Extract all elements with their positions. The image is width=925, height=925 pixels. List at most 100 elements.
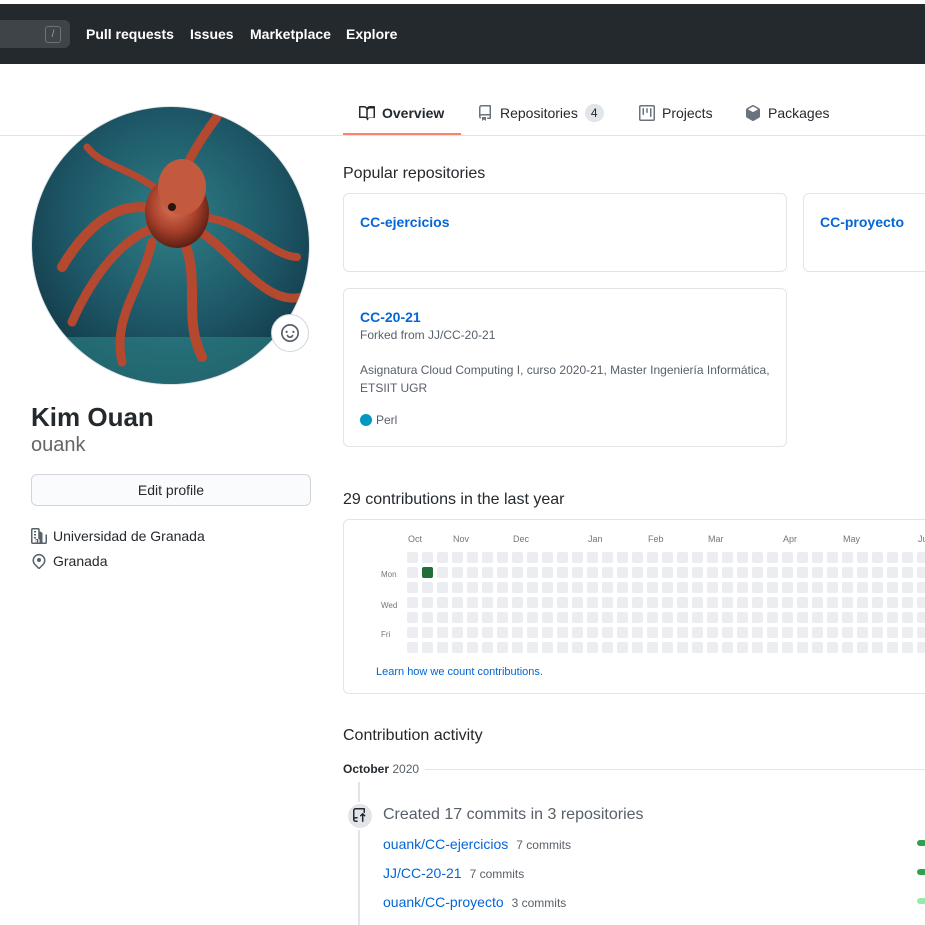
- contribution-day-cell[interactable]: [692, 612, 703, 623]
- contribution-day-cell[interactable]: [422, 627, 433, 638]
- contribution-day-cell[interactable]: [437, 567, 448, 578]
- contribution-day-cell[interactable]: [587, 582, 598, 593]
- contribution-day-cell[interactable]: [527, 627, 538, 638]
- contribution-day-cell[interactable]: [452, 597, 463, 608]
- contribution-day-cell[interactable]: [512, 597, 523, 608]
- contribution-day-cell[interactable]: [662, 612, 673, 623]
- contribution-day-cell[interactable]: [812, 567, 823, 578]
- contribution-day-cell[interactable]: [827, 627, 838, 638]
- contribution-day-cell[interactable]: [737, 582, 748, 593]
- contribution-day-cell[interactable]: [872, 642, 883, 653]
- contribution-day-cell[interactable]: [452, 567, 463, 578]
- contribution-day-cell[interactable]: [692, 567, 703, 578]
- contribution-day-cell[interactable]: [707, 627, 718, 638]
- contribution-day-cell[interactable]: [632, 612, 643, 623]
- contribution-day-cell[interactable]: [632, 597, 643, 608]
- contribution-day-cell[interactable]: [917, 597, 925, 608]
- contribution-day-cell[interactable]: [752, 567, 763, 578]
- contribution-day-cell[interactable]: [872, 597, 883, 608]
- contribution-day-cell[interactable]: [917, 612, 925, 623]
- contribution-day-cell[interactable]: [842, 612, 853, 623]
- contribution-day-cell[interactable]: [632, 582, 643, 593]
- contribution-day-cell[interactable]: [797, 612, 808, 623]
- contribution-day-cell[interactable]: [542, 597, 553, 608]
- contribution-day-cell[interactable]: [752, 597, 763, 608]
- contribution-day-cell[interactable]: [872, 567, 883, 578]
- contribution-day-cell[interactable]: [437, 597, 448, 608]
- contribution-day-cell[interactable]: [662, 597, 673, 608]
- contribution-day-cell[interactable]: [887, 612, 898, 623]
- contribution-day-cell[interactable]: [842, 627, 853, 638]
- tab-projects[interactable]: Projects: [639, 103, 713, 123]
- contribution-day-cell[interactable]: [647, 567, 658, 578]
- contribution-day-cell[interactable]: [767, 567, 778, 578]
- contribution-day-cell[interactable]: [572, 567, 583, 578]
- contribution-day-cell[interactable]: [887, 597, 898, 608]
- contribution-day-cell[interactable]: [767, 582, 778, 593]
- contribution-day-cell[interactable]: [467, 597, 478, 608]
- contribution-day-cell[interactable]: [527, 642, 538, 653]
- contribution-day-cell[interactable]: [797, 582, 808, 593]
- contribution-day-cell[interactable]: [407, 642, 418, 653]
- contribution-day-cell[interactable]: [812, 597, 823, 608]
- contribution-day-cell[interactable]: [572, 627, 583, 638]
- contribution-day-cell[interactable]: [632, 627, 643, 638]
- contribution-day-cell[interactable]: [722, 612, 733, 623]
- contribution-day-cell[interactable]: [872, 627, 883, 638]
- contribution-day-cell[interactable]: [872, 552, 883, 563]
- contribution-day-cell[interactable]: [677, 552, 688, 563]
- repo-link-cc-proyecto[interactable]: CC-proyecto: [820, 214, 904, 230]
- contribution-day-cell[interactable]: [827, 612, 838, 623]
- contribution-day-cell[interactable]: [677, 612, 688, 623]
- contribution-day-cell[interactable]: [827, 567, 838, 578]
- contribution-day-cell[interactable]: [917, 567, 925, 578]
- contribution-day-cell[interactable]: [782, 627, 793, 638]
- contribution-day-cell[interactable]: [602, 627, 613, 638]
- contribution-day-cell[interactable]: [767, 627, 778, 638]
- contribution-day-cell[interactable]: [602, 552, 613, 563]
- contribution-day-cell[interactable]: [407, 597, 418, 608]
- contribution-day-cell[interactable]: [437, 612, 448, 623]
- contribution-day-cell[interactable]: [617, 582, 628, 593]
- contribution-day-cell[interactable]: [557, 627, 568, 638]
- contribution-day-cell[interactable]: [497, 552, 508, 563]
- contribution-day-cell[interactable]: [782, 612, 793, 623]
- nav-explore[interactable]: Explore: [346, 26, 397, 42]
- contribution-day-cell[interactable]: [887, 567, 898, 578]
- contribution-day-cell[interactable]: [497, 597, 508, 608]
- contribution-day-cell[interactable]: [602, 612, 613, 623]
- contribution-day-cell[interactable]: [662, 567, 673, 578]
- contribution-day-cell[interactable]: [827, 552, 838, 563]
- contribution-day-cell[interactable]: [692, 597, 703, 608]
- contribution-day-cell[interactable]: [557, 567, 568, 578]
- contribution-day-cell[interactable]: [617, 612, 628, 623]
- contribution-day-cell[interactable]: [692, 642, 703, 653]
- contribution-day-cell[interactable]: [737, 552, 748, 563]
- contribution-day-cell[interactable]: [887, 582, 898, 593]
- contribution-day-cell[interactable]: [647, 582, 658, 593]
- contribution-day-cell[interactable]: [572, 612, 583, 623]
- contribution-day-cell[interactable]: [797, 567, 808, 578]
- contribution-day-cell[interactable]: [842, 642, 853, 653]
- contribution-day-cell[interactable]: [587, 567, 598, 578]
- contribution-day-cell[interactable]: [782, 567, 793, 578]
- contribution-day-cell[interactable]: [902, 642, 913, 653]
- contribution-day-cell[interactable]: [557, 612, 568, 623]
- contribution-day-cell[interactable]: [482, 582, 493, 593]
- contribution-day-cell[interactable]: [827, 642, 838, 653]
- contribution-day-cell[interactable]: [512, 582, 523, 593]
- contribution-day-cell[interactable]: [722, 627, 733, 638]
- contribution-day-cell[interactable]: [722, 552, 733, 563]
- contribution-day-cell[interactable]: [422, 642, 433, 653]
- activity-repo-link[interactable]: ouank/CC-proyecto: [383, 894, 504, 910]
- contribution-day-cell[interactable]: [917, 582, 925, 593]
- repo-link-cc-ejercicios[interactable]: CC-ejercicios: [360, 214, 449, 230]
- contribution-day-cell[interactable]: [542, 642, 553, 653]
- contribution-day-cell[interactable]: [812, 582, 823, 593]
- contribution-day-cell[interactable]: [917, 552, 925, 563]
- contribution-day-cell[interactable]: [422, 567, 433, 578]
- contribution-day-cell[interactable]: [812, 642, 823, 653]
- contribution-day-cell[interactable]: [452, 627, 463, 638]
- contribution-day-cell[interactable]: [767, 612, 778, 623]
- contribution-day-cell[interactable]: [617, 552, 628, 563]
